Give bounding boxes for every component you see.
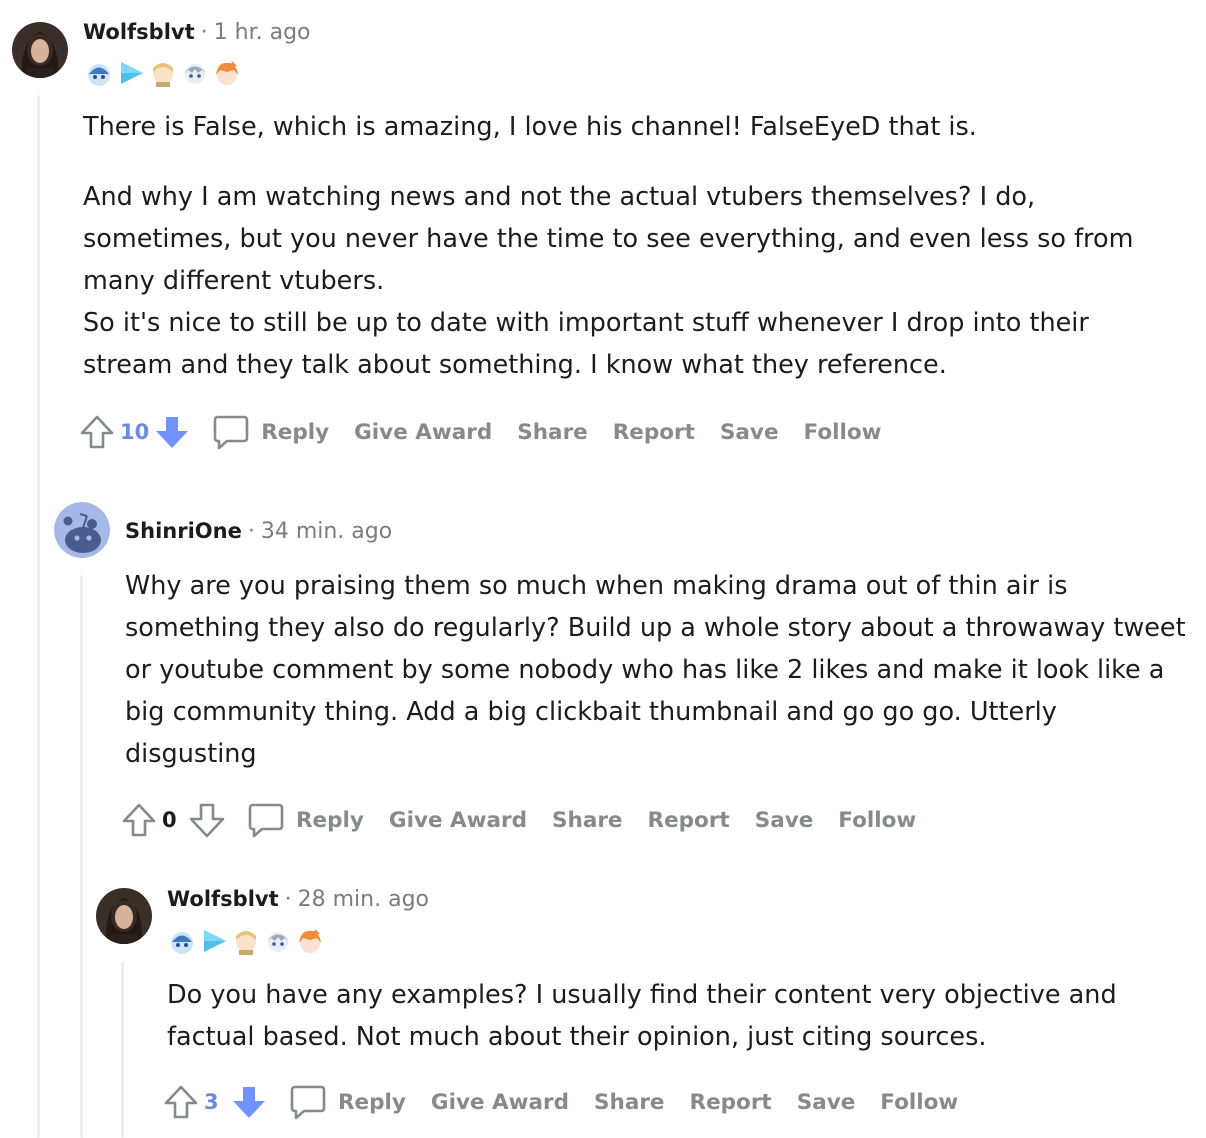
- reply-label: Reply: [338, 1089, 406, 1115]
- save-button[interactable]: Save: [797, 1090, 856, 1115]
- author-name[interactable]: ShinriOne: [125, 519, 242, 543]
- comment-actions: 0 Reply Give Award Share Report Save Fol…: [120, 800, 941, 840]
- give-award-button[interactable]: Give Award: [431, 1090, 569, 1115]
- report-button[interactable]: Report: [648, 808, 730, 833]
- author-name[interactable]: Wolfsblvt: [167, 887, 279, 911]
- save-button[interactable]: Save: [720, 420, 779, 445]
- comment-bubble-icon: [248, 803, 284, 838]
- share-button[interactable]: Share: [517, 420, 587, 445]
- upvote-icon[interactable]: [162, 1082, 200, 1122]
- report-button[interactable]: Report: [613, 420, 695, 445]
- follow-button[interactable]: Follow: [838, 808, 916, 833]
- kiara-flair-icon: [299, 929, 321, 953]
- comment-actions: 3 Reply Give Award Share Report Save Fol…: [162, 1082, 983, 1122]
- give-award-button[interactable]: Give Award: [389, 808, 527, 833]
- thread-line-reply-2[interactable]: [121, 962, 124, 1138]
- share-button[interactable]: Share: [552, 808, 622, 833]
- reply-button[interactable]: Reply: [290, 1083, 406, 1121]
- follow-button[interactable]: Follow: [804, 420, 882, 445]
- meta-separator: ·: [200, 20, 208, 45]
- vote-score: 0: [162, 808, 177, 832]
- amelia-flair-icon: [153, 63, 173, 87]
- author-name[interactable]: Wolfsblvt: [83, 20, 195, 44]
- meta-separator: ·: [247, 519, 255, 544]
- timestamp[interactable]: 34 min. ago: [261, 519, 392, 544]
- comment-bubble-icon: [290, 1085, 326, 1120]
- amelia-flair-icon: [236, 931, 256, 955]
- avatar[interactable]: [12, 22, 68, 78]
- thread-line-root[interactable]: [37, 95, 40, 1138]
- comment-bubble-icon: [213, 415, 249, 450]
- upvote-icon[interactable]: [120, 800, 158, 840]
- comment-paragraph: There is False, which is amazing, I love…: [83, 112, 977, 142]
- play-flair-icon: [204, 930, 226, 952]
- vote-score: 10: [120, 420, 150, 444]
- comment-actions: 10 Reply Give Award Share Report Save Fo…: [78, 412, 907, 452]
- comment-body: There is False, which is amazing, I love…: [83, 106, 1183, 386]
- reply-button[interactable]: Reply: [248, 801, 364, 839]
- avatar[interactable]: [96, 888, 152, 944]
- comment-body: Do you have any examples? I usually find…: [167, 974, 1187, 1058]
- comment-paragraph: Why are you praising them so much when m…: [125, 571, 1186, 769]
- user-flair: [167, 926, 325, 956]
- comment-body: Why are you praising them so much when m…: [125, 565, 1195, 775]
- kiara-flair-icon: [216, 61, 238, 85]
- snoo-default-icon: [54, 502, 110, 558]
- vote-score: 3: [204, 1090, 219, 1114]
- report-button[interactable]: Report: [690, 1090, 772, 1115]
- play-flair-icon: [121, 62, 143, 84]
- reply-button[interactable]: Reply: [213, 413, 329, 451]
- comment-paragraph: And why I am watching news and not the a…: [83, 182, 1134, 296]
- downvote-icon[interactable]: [230, 1082, 268, 1122]
- meta-separator: ·: [284, 887, 292, 912]
- reply-label: Reply: [296, 807, 364, 833]
- comment-meta: ShinriOne · 34 min. ago: [125, 516, 392, 547]
- user-flair: [84, 58, 242, 88]
- kanata-flair-icon: [184, 64, 206, 84]
- gura-flair-icon: [171, 932, 193, 954]
- downvote-icon[interactable]: [188, 800, 226, 840]
- comment-meta: Wolfsblvt · 1 hr. ago: [83, 17, 311, 48]
- thread-line-reply-1[interactable]: [80, 575, 83, 1138]
- comment-paragraph: Do you have any examples? I usually find…: [167, 980, 1117, 1052]
- save-button[interactable]: Save: [755, 808, 814, 833]
- timestamp[interactable]: 1 hr. ago: [214, 20, 311, 45]
- comment-meta: Wolfsblvt · 28 min. ago: [167, 884, 429, 915]
- share-button[interactable]: Share: [594, 1090, 664, 1115]
- reply-label: Reply: [261, 419, 330, 445]
- avatar[interactable]: [54, 502, 110, 558]
- comment-paragraph: So it's nice to still be up to date with…: [83, 308, 1089, 380]
- timestamp[interactable]: 28 min. ago: [298, 887, 429, 912]
- give-award-button[interactable]: Give Award: [354, 420, 492, 445]
- follow-button[interactable]: Follow: [880, 1090, 958, 1115]
- gura-flair-icon: [88, 64, 110, 86]
- downvote-icon[interactable]: [153, 412, 191, 452]
- kanata-flair-icon: [267, 932, 289, 952]
- upvote-icon[interactable]: [78, 412, 116, 452]
